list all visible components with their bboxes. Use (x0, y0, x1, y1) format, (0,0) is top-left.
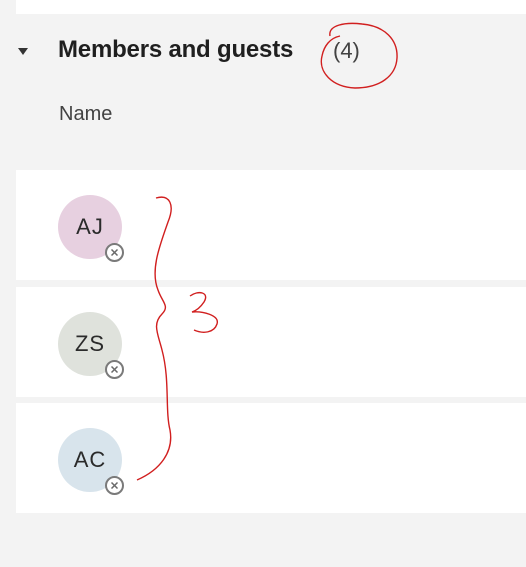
avatar[interactable]: ZS (58, 312, 124, 379)
collapse-toggle[interactable] (14, 42, 32, 60)
previous-section-card (16, 0, 526, 14)
member-count: (4) (333, 38, 360, 63)
x-icon (110, 248, 119, 257)
avatar[interactable]: AC (58, 428, 124, 495)
x-icon (110, 365, 119, 374)
avatar[interactable]: AJ (58, 195, 124, 262)
column-header-name[interactable]: Name (59, 103, 112, 126)
member-row[interactable]: ZS (16, 287, 526, 397)
offline-status-icon (105, 476, 124, 495)
caret-down-icon (18, 47, 28, 55)
avatar-initials: AJ (76, 214, 104, 239)
avatar-initials: AC (73, 447, 107, 472)
member-row[interactable]: AJ (16, 170, 526, 280)
member-row[interactable]: AC (16, 403, 526, 513)
offline-status-icon (105, 243, 124, 262)
avatar-initials: ZS (74, 331, 106, 356)
x-icon (110, 481, 119, 490)
members-section-header: Members and guests (4) (0, 30, 526, 74)
section-title: Members and guests (58, 36, 294, 63)
offline-status-icon (105, 360, 124, 379)
